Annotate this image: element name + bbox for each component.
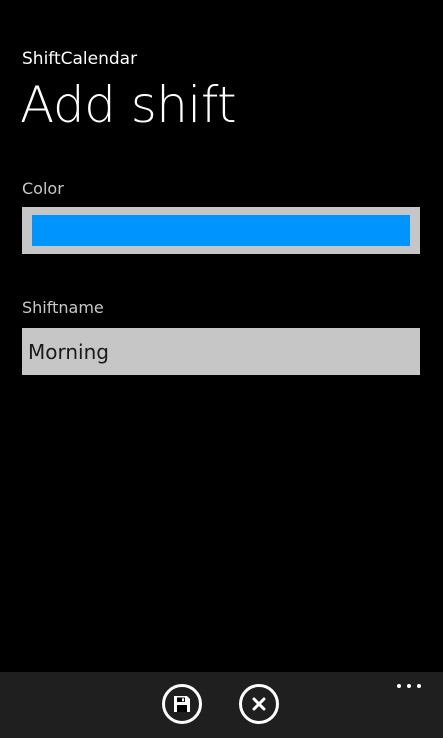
color-label: Color	[22, 179, 64, 198]
shiftname-label: Shiftname	[22, 298, 104, 317]
app-title: ShiftCalendar	[22, 49, 138, 69]
shiftname-input[interactable]	[22, 328, 420, 375]
color-picker[interactable]	[22, 207, 420, 254]
color-swatch	[32, 215, 410, 246]
more-options-button[interactable]	[397, 682, 421, 690]
save-icon	[174, 696, 190, 712]
ellipsis-icon-dot	[397, 684, 401, 688]
app-bar	[0, 672, 443, 738]
ellipsis-icon-dot	[407, 684, 411, 688]
page-title: Add shift	[20, 76, 237, 134]
cancel-button[interactable]	[239, 684, 279, 724]
save-button[interactable]	[162, 684, 202, 724]
ellipsis-icon-dot	[417, 684, 421, 688]
cancel-icon	[252, 697, 266, 711]
